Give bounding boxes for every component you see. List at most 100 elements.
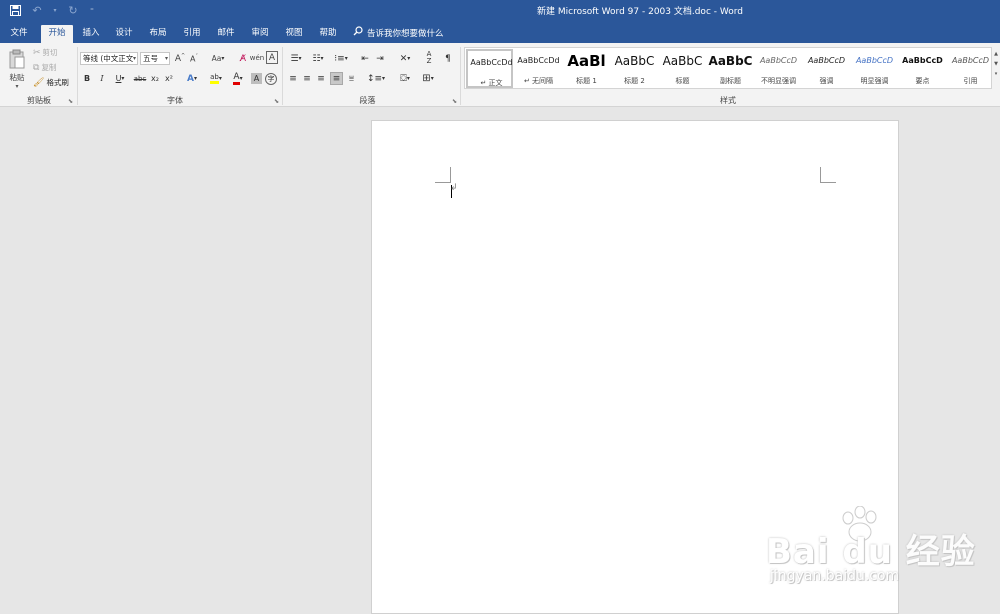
tab-view[interactable]: 视图	[279, 25, 309, 43]
style-quote[interactable]: AaBbCcD 引用	[947, 49, 991, 88]
tab-file[interactable]: 文件	[4, 25, 34, 43]
style-emphasis[interactable]: AaBbCcD 强调	[803, 49, 850, 88]
superscript-button[interactable]: x²	[164, 72, 174, 85]
phonetic-guide-button[interactable]: wén	[249, 51, 265, 64]
align-left-button[interactable]: ≡	[287, 72, 299, 85]
clipboard-launcher-icon[interactable]: ⬊	[68, 98, 73, 105]
char-border-icon: A	[268, 52, 276, 63]
more-icon[interactable]: ▾	[992, 71, 1000, 77]
separator	[77, 47, 78, 105]
style-name: 要点	[915, 77, 930, 85]
style-no-spacing[interactable]: AaBbCcDd ↵ 无间隔	[515, 49, 562, 88]
chevron-down-icon[interactable]: ▼	[992, 61, 1000, 67]
style-strong[interactable]: AaBbCcD 要点	[899, 49, 946, 88]
italic-button[interactable]: I	[97, 72, 107, 85]
eraser-icon: A̸	[239, 53, 247, 64]
cut-label: 剪切	[42, 48, 58, 57]
distributed-icon: ⩸	[348, 73, 355, 84]
copy-button[interactable]: ⧉ 复制	[33, 62, 56, 73]
phonetic-icon: wén	[249, 53, 265, 62]
tab-design[interactable]: 设计	[109, 25, 139, 43]
subscript-button[interactable]: x₂	[150, 72, 160, 85]
style-subtle-emphasis[interactable]: AaBbCcD 不明显强调	[755, 49, 802, 88]
font-color-button[interactable]: A ▾	[228, 72, 248, 85]
tab-references[interactable]: 引用	[177, 25, 207, 43]
paste-button[interactable]: 粘贴 ▾	[6, 46, 28, 92]
style-sample: AaBbC	[708, 54, 753, 68]
distributed-button[interactable]: ⩸	[345, 72, 358, 85]
text-effects-button[interactable]: A ▾	[183, 72, 201, 85]
clear-formatting-button[interactable]: A̸	[238, 52, 248, 65]
grow-font-button[interactable]: A^	[175, 52, 185, 65]
paragraph-launcher-icon[interactable]: ⬊	[452, 98, 457, 105]
format-painter-button[interactable]: 🖌 格式刷	[33, 77, 69, 88]
align-right-button[interactable]: ≡	[315, 72, 327, 85]
enclose-icon: 字	[267, 75, 275, 83]
clipboard-icon	[8, 49, 26, 71]
shading-button[interactable]: ⛋ ▾	[395, 72, 415, 85]
style-intense-emphasis[interactable]: AaBbCcD 明显强调	[851, 49, 898, 88]
copy-label: 复制	[41, 63, 57, 72]
gallery-scroll[interactable]: ▲ ▼ ▾	[992, 47, 1000, 89]
increase-indent-icon: ⇥	[376, 53, 384, 64]
styles-gallery: AaBbCcDd ↵ 正文 AaBbCcDd ↵ 无间隔 AaBl 标题 1 A…	[464, 47, 992, 89]
chevron-down-icon: ▾	[164, 55, 168, 62]
underline-button[interactable]: U ▾	[111, 72, 129, 85]
style-sample: AaBbCcD	[951, 56, 990, 65]
bold-button[interactable]: B	[82, 72, 92, 85]
subscript-icon: x₂	[151, 74, 159, 83]
highlight-button[interactable]: ab ▾	[205, 72, 227, 85]
numbering-button[interactable]: ☷ ▾	[309, 52, 327, 65]
style-heading-1[interactable]: AaBl 标题 1	[563, 49, 610, 88]
search-icon	[353, 25, 363, 43]
paste-dropdown-icon: ▾	[15, 82, 19, 90]
tell-me-label: 告诉我你想要做什么	[367, 28, 444, 39]
chevron-up-icon[interactable]: ▲	[992, 51, 1000, 57]
multilevel-list-button[interactable]: ⁝≡ ▾	[331, 52, 351, 65]
crop-mark-top-right	[820, 167, 836, 183]
chinese-layout-button[interactable]: ✕ ▾	[395, 52, 415, 65]
style-subtitle[interactable]: AaBbC 副标题	[707, 49, 754, 88]
strikethrough-button[interactable]: abc	[133, 72, 147, 85]
shrink-font-button[interactable]: Aˇ	[189, 52, 199, 65]
style-heading-2[interactable]: AaBbC 标题 2	[611, 49, 658, 88]
style-normal[interactable]: AaBbCcDd ↵ 正文	[466, 49, 513, 88]
paste-label: 粘贴	[9, 72, 25, 82]
sort-button[interactable]: AZ	[423, 51, 435, 65]
style-name: ↵ 正文	[480, 79, 503, 87]
borders-button[interactable]: ⊞ ▾	[418, 72, 438, 85]
chevron-down-icon: ▾	[221, 55, 225, 62]
brush-icon: 🖌	[33, 77, 45, 88]
align-center-button[interactable]: ≡	[301, 72, 313, 85]
show-marks-button[interactable]: ¶	[443, 52, 453, 65]
enclose-characters-button[interactable]: 字	[265, 73, 277, 85]
chinese-layout-icon: ✕	[399, 53, 408, 64]
numbered-list-icon: ☷	[312, 53, 321, 64]
tab-layout[interactable]: 布局	[143, 25, 173, 43]
justify-button[interactable]: ≡	[330, 72, 343, 85]
tell-me-search[interactable]: 告诉我你想要做什么	[353, 25, 444, 43]
font-name-combo[interactable]: 等线 (中文正文 ▾	[80, 52, 138, 65]
cut-button[interactable]: ✂ 剪切	[33, 47, 58, 58]
bullets-button[interactable]: ☰ ▾	[287, 52, 305, 65]
align-right-icon: ≡	[317, 73, 325, 84]
character-border-button[interactable]: A	[266, 51, 278, 64]
change-case-button[interactable]: Aa ▾	[207, 52, 229, 65]
tab-mailings[interactable]: 邮件	[211, 25, 241, 43]
decrease-indent-button[interactable]: ⇤	[359, 52, 371, 65]
line-spacing-button[interactable]: ↕≡ ▾	[366, 72, 386, 85]
font-group-label: 字体	[167, 96, 183, 105]
ribbon-home: 粘贴 ▾ ✂ 剪切 ⧉ 复制 🖌 格式刷 剪贴板 ⬊ 等线 (中文正文 ▾ 五号…	[0, 43, 1000, 107]
font-size-combo[interactable]: 五号 ▾	[140, 52, 170, 65]
font-launcher-icon[interactable]: ⬊	[274, 98, 279, 105]
tab-home[interactable]: 开始	[41, 25, 73, 43]
italic-icon: I	[100, 74, 104, 83]
tab-insert[interactable]: 插入	[76, 25, 106, 43]
tab-help[interactable]: 帮助	[313, 25, 343, 43]
chevron-down-icon: ▾	[382, 75, 386, 82]
style-sample: AaBbC	[614, 54, 655, 68]
character-shading-button[interactable]: A	[251, 73, 262, 84]
style-title[interactable]: AaBbC 标题	[659, 49, 706, 88]
tab-review[interactable]: 审阅	[245, 25, 275, 43]
increase-indent-button[interactable]: ⇥	[374, 52, 386, 65]
